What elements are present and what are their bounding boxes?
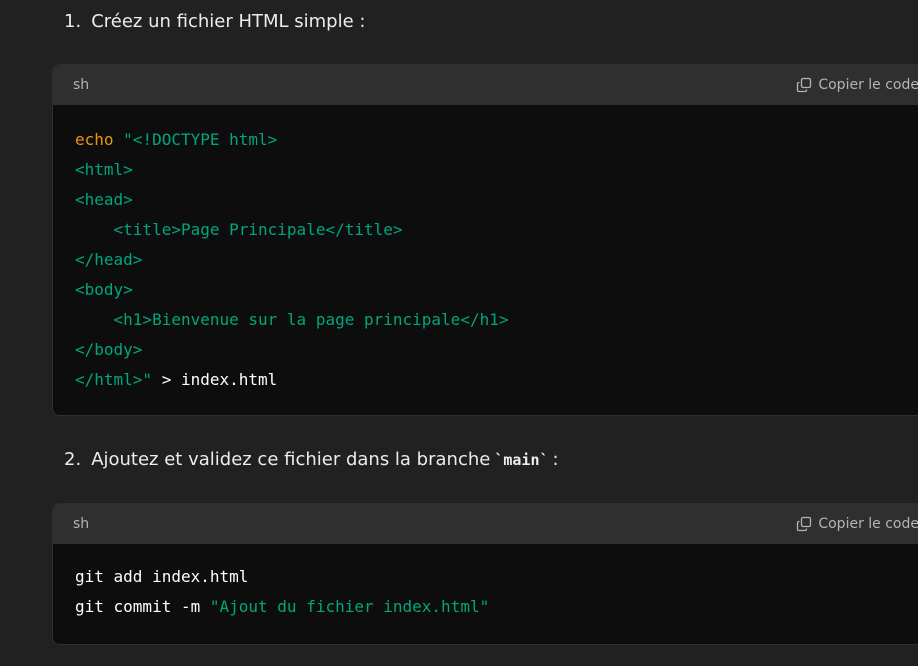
code-token: </head> bbox=[75, 250, 143, 269]
code-token: git commit -m bbox=[75, 597, 210, 616]
code-token: "Ajout du fichier index.html" bbox=[209, 597, 490, 616]
code-line: <head> bbox=[75, 185, 911, 215]
code-line: </head> bbox=[75, 245, 911, 275]
copy-icon bbox=[797, 516, 812, 532]
step-text: Ajoutez et validez ce fichier dans la br… bbox=[91, 449, 491, 470]
code-token: <body> bbox=[75, 280, 133, 299]
code-block-header: sh Copier le code bbox=[53, 504, 918, 544]
code-token: </body> bbox=[75, 340, 143, 359]
code-block-1: sh Copier le code echo "<!DOCTYPE html> <… bbox=[52, 64, 918, 416]
code-token: <h1>Bienvenue sur la page principale</h1… bbox=[75, 310, 509, 329]
code-token: <head> bbox=[75, 190, 133, 209]
code-token: <title>Page Principale</title> bbox=[75, 220, 403, 239]
copy-code-label: Copier le code bbox=[818, 516, 918, 532]
chat-response: 1. Créez un fichier HTML simple : sh Cop… bbox=[0, 0, 918, 666]
code-token: <html> bbox=[75, 160, 133, 179]
code-content: git add index.html git commit -m "Ajout d… bbox=[53, 544, 918, 642]
code-line: <html> bbox=[75, 155, 911, 185]
code-line: </body> bbox=[75, 335, 911, 365]
code-line: </html>" > index.html bbox=[75, 365, 911, 395]
code-line: git commit -m "Ajout du fichier index.ht… bbox=[75, 592, 911, 622]
code-block-header: sh Copier le code bbox=[53, 65, 918, 105]
code-token: git add index.html bbox=[75, 567, 249, 586]
copy-code-button[interactable]: Copier le code bbox=[796, 516, 918, 532]
code-content: echo "<!DOCTYPE html> <html> <head> <title… bbox=[53, 105, 918, 415]
copy-code-button[interactable]: Copier le code bbox=[796, 77, 918, 93]
code-line: <body> bbox=[75, 275, 911, 305]
code-line: <h1>Bienvenue sur la page principale</h1… bbox=[75, 305, 911, 335]
inline-code: `main` bbox=[494, 451, 549, 469]
code-line: <title>Page Principale</title> bbox=[75, 215, 911, 245]
code-block-2: sh Copier le code git add index.html git … bbox=[52, 503, 918, 645]
code-language-label: sh bbox=[73, 516, 90, 532]
code-language-label: sh bbox=[73, 77, 90, 93]
step-text: Créez un fichier HTML simple : bbox=[91, 11, 366, 32]
step-1: 1. Créez un fichier HTML simple : bbox=[64, 11, 365, 32]
code-token: </html>" bbox=[75, 370, 153, 389]
code-token: echo bbox=[75, 130, 114, 149]
step-text-end: : bbox=[552, 449, 559, 470]
step-number: 1. bbox=[64, 11, 82, 32]
code-line: echo "<!DOCTYPE html> bbox=[75, 125, 911, 155]
code-line: git add index.html bbox=[75, 562, 911, 592]
copy-code-label: Copier le code bbox=[818, 77, 918, 93]
code-token: > index.html bbox=[152, 370, 278, 389]
code-token: "<!DOCTYPE html> bbox=[123, 130, 278, 149]
copy-icon bbox=[797, 77, 812, 93]
step-number: 2. bbox=[64, 449, 82, 470]
step-2: 2. Ajoutez et validez ce fichier dans la… bbox=[64, 449, 559, 470]
